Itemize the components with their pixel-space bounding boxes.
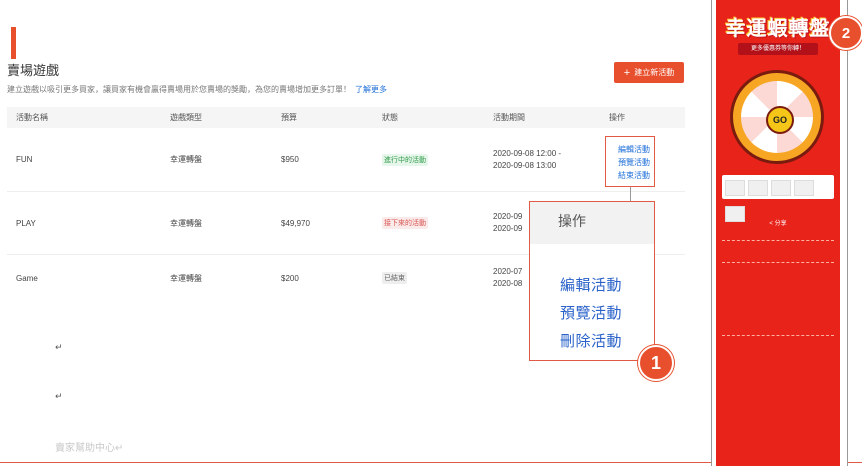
budget: $950	[281, 155, 299, 164]
status-badge: 進行中的活動	[382, 153, 428, 166]
activity-period: 2020-09-08 12:00 - 2020-09-08 13:00	[493, 148, 609, 172]
budget: $200	[281, 273, 299, 283]
table-row: FUN 幸運轉盤 $950 進行中的活動 2020-09-08 12:00 -2…	[7, 128, 685, 192]
game-type: 幸運轉盤	[170, 218, 202, 228]
paragraph-mark: ↵	[55, 342, 63, 352]
period-end: 2020-09-08 13:00	[493, 160, 557, 170]
status-badge: 已結束	[382, 272, 407, 284]
column-header-period: 活動期間	[493, 112, 525, 122]
edit-activity-link[interactable]: 編輯活動	[618, 143, 654, 156]
lucky-wheel: GO	[730, 70, 824, 164]
zoom-preview-activity-link[interactable]: 預覽活動	[560, 300, 654, 328]
prize-item	[771, 180, 791, 196]
actions-highlight-box: 編輯活動 預覽活動 結束活動	[605, 136, 655, 187]
activity-name: Game	[16, 273, 38, 283]
preview-activity-link[interactable]: 預覽活動	[618, 156, 654, 169]
description-text: 建立遊戲以吸引更多買家，讓買家有機會贏得賣場用於您賣場的獎勵，為您的賣場增加更多…	[7, 85, 351, 94]
zoom-actions: 編輯活動 預覽活動 刪除活動	[530, 244, 654, 356]
end-activity-link[interactable]: 結束活動	[618, 169, 654, 182]
column-header-budget: 預算	[281, 113, 297, 122]
page-description: 建立遊戲以吸引更多買家，讓買家有機會贏得賣場用於您賣場的獎勵，為您的賣場增加更多…	[7, 84, 387, 95]
game-type: 幸運轉盤	[170, 273, 202, 283]
game-type: 幸運轉盤	[170, 155, 202, 164]
prize-item	[725, 180, 745, 196]
zoom-delete-activity-link[interactable]: 刪除活動	[560, 328, 654, 356]
column-header-type: 遊戲類型	[170, 113, 202, 122]
actions-zoom-callout: 操作 編輯活動 預覽活動 刪除活動	[529, 201, 655, 361]
promo-subtitle: 更多優惠券等你轉！	[738, 43, 818, 55]
learn-more-link[interactable]: 了解更多	[355, 85, 387, 94]
column-header-actions: 操作	[609, 113, 625, 122]
activity-name: FUN	[16, 155, 33, 164]
prize-item	[794, 180, 814, 196]
go-button[interactable]: GO	[766, 106, 794, 134]
phone-preview: 幸運蝦轉盤 更多優惠券等你轉！ GO < 分享	[716, 0, 840, 466]
period-start: 2020-09-08 12:00 -	[493, 148, 562, 158]
paragraph-mark: ↵	[55, 391, 63, 401]
promo-title: 幸運蝦轉盤	[725, 18, 831, 40]
accent-bar	[11, 27, 16, 59]
budget: $49,970	[281, 218, 310, 228]
activity-name: PLAY	[16, 218, 36, 228]
plus-icon: +	[623, 66, 631, 79]
column-header-name: 活動名稱	[16, 113, 48, 122]
share-link[interactable]: < 分享	[716, 218, 840, 227]
table-header: 活動名稱 遊戲類型 預算 狀態 活動期間 操作	[7, 107, 685, 128]
faded-help-text: 賣家幫助中心↵	[55, 443, 124, 454]
status-cell: 進行中的活動	[382, 153, 493, 166]
create-activity-label: 建立新活動	[634, 68, 675, 77]
status-badge: 接下來的活動	[382, 217, 428, 229]
rules-section	[722, 335, 834, 436]
step-badge-1: 1	[638, 345, 674, 381]
status-cell: 已結束	[382, 272, 493, 284]
page-title: 賣場遊戲	[7, 63, 60, 78]
prize-list	[722, 175, 834, 222]
rules-section	[722, 262, 834, 323]
zoom-header: 操作	[530, 202, 654, 244]
status-cell: 接下來的活動	[382, 217, 493, 229]
zoom-edit-activity-link[interactable]: 編輯活動	[560, 272, 654, 300]
callout-connector	[630, 187, 631, 201]
column-header-status: 狀態	[382, 113, 398, 122]
prize-item	[748, 180, 768, 196]
step-badge-2: 2	[829, 16, 862, 50]
create-activity-button[interactable]: + 建立新活動	[614, 62, 684, 83]
